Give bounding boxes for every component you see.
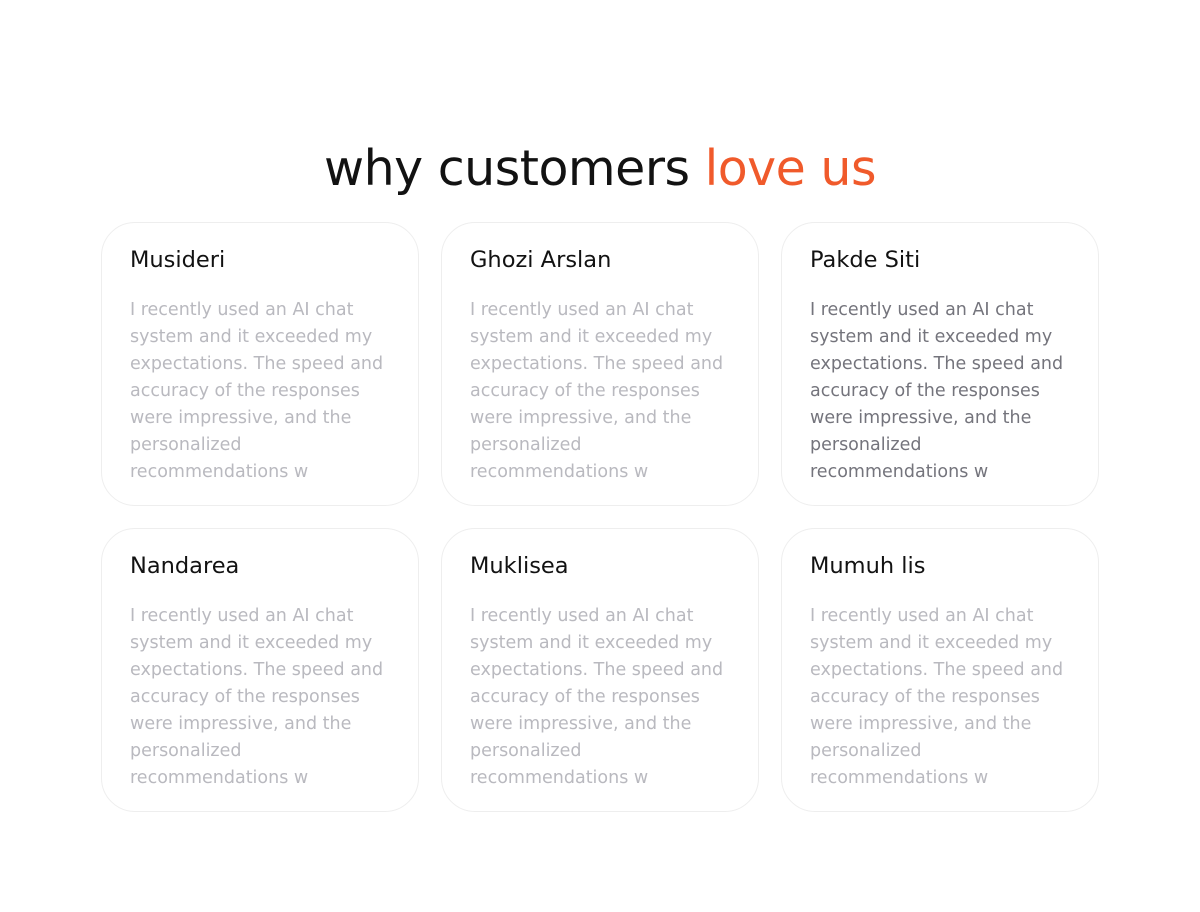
testimonial-author: Pakde Siti	[810, 247, 921, 273]
testimonial-text: I recently used an AI chat system and it…	[470, 300, 724, 482]
testimonial-card: Ghozi Arslan I recently used an AI chat …	[441, 222, 759, 506]
testimonial-grid: Musideri I recently used an AI chat syst…	[101, 222, 1099, 812]
testimonial-author: Musideri	[130, 247, 226, 273]
heading-accent: love us	[704, 139, 877, 197]
testimonials-section: why customers love us Musideri I recentl…	[0, 0, 1200, 912]
testimonial-text: I recently used an AI chat system and it…	[130, 300, 384, 482]
testimonial-text: I recently used an AI chat system and it…	[810, 300, 1064, 482]
testimonial-card: Muklisea I recently used an AI chat syst…	[441, 528, 759, 812]
testimonial-author: Nandarea	[130, 553, 240, 579]
testimonial-card: Pakde Siti I recently used an AI chat sy…	[781, 222, 1099, 506]
testimonial-text: I recently used an AI chat system and it…	[810, 606, 1064, 788]
testimonial-text: I recently used an AI chat system and it…	[470, 606, 724, 788]
testimonial-author: Ghozi Arslan	[470, 247, 612, 273]
section-heading: why customers love us	[0, 139, 1200, 199]
heading-prefix: why customers	[324, 139, 690, 197]
testimonial-text: I recently used an AI chat system and it…	[130, 606, 384, 788]
testimonial-card: Musideri I recently used an AI chat syst…	[101, 222, 419, 506]
testimonial-author: Mumuh lis	[810, 553, 926, 579]
testimonial-author: Muklisea	[470, 553, 569, 579]
testimonial-card: Mumuh lis I recently used an AI chat sys…	[781, 528, 1099, 812]
testimonial-card: Nandarea I recently used an AI chat syst…	[101, 528, 419, 812]
